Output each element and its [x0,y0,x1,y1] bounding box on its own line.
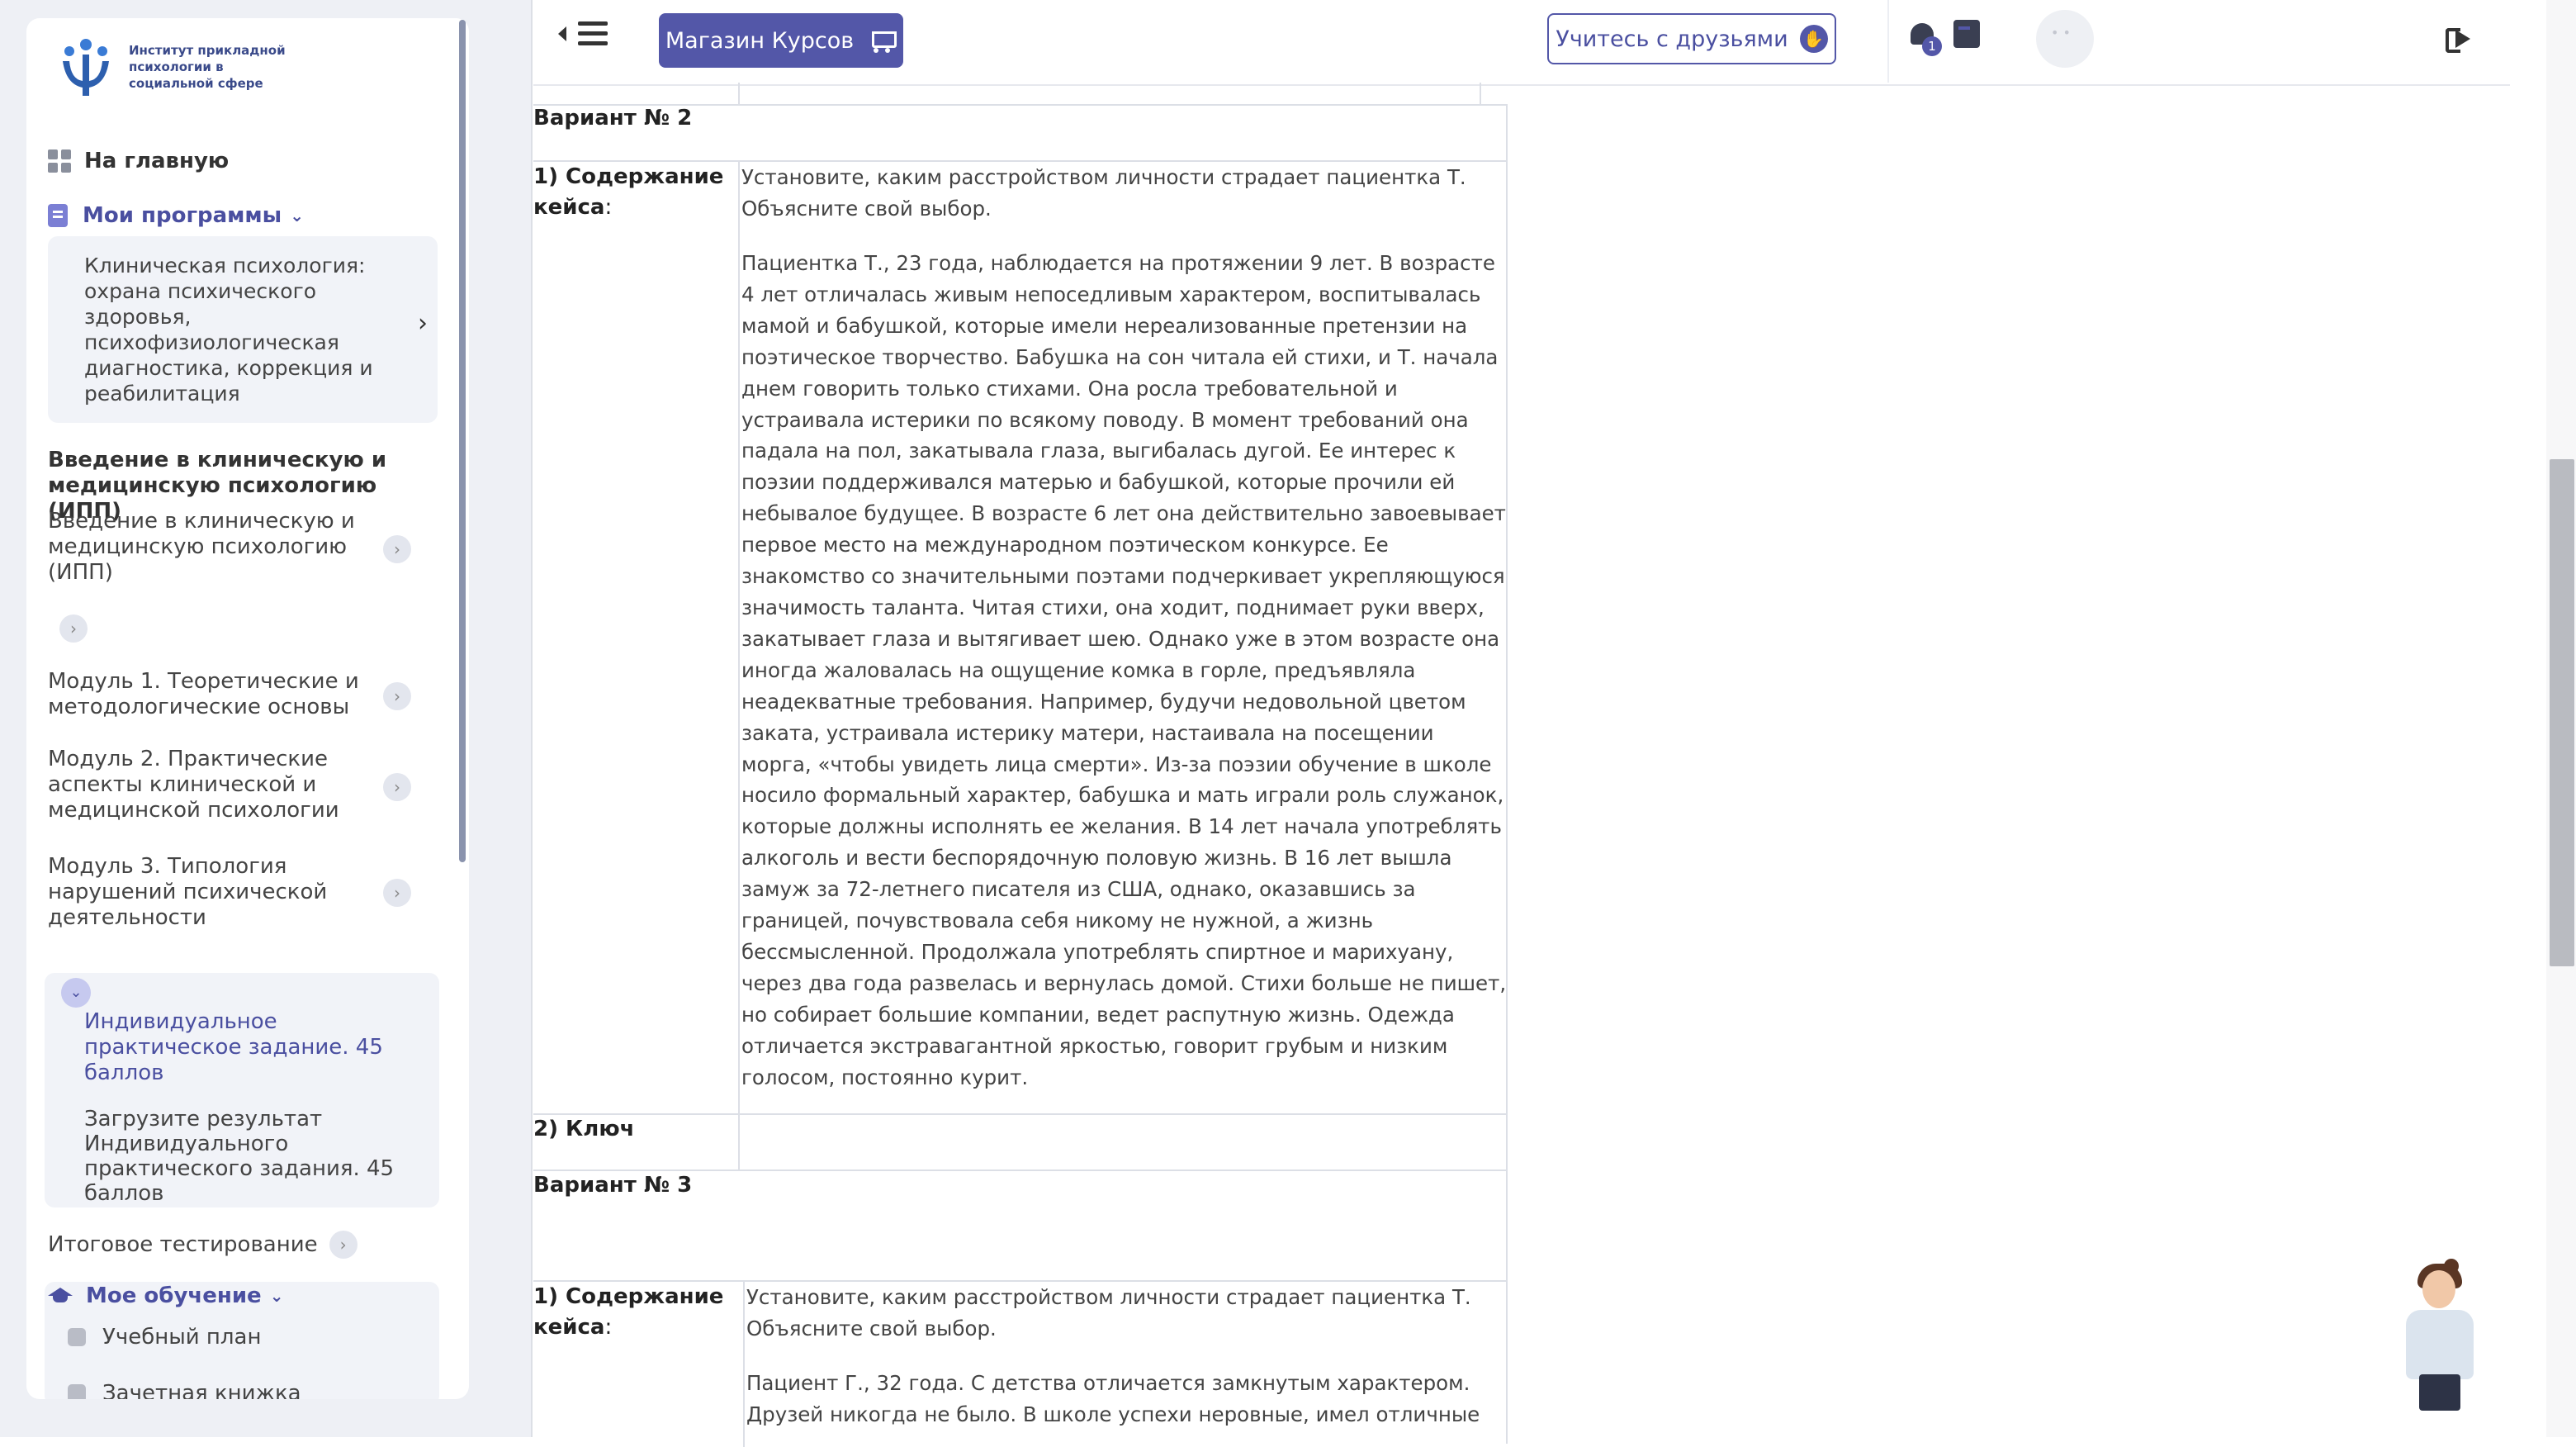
nav-home-label: На главную [84,149,230,173]
sidebar-scrollbar[interactable] [459,20,466,862]
nav-study-plan[interactable]: Учебный план [68,1325,261,1350]
table-divider [533,1169,1508,1171]
notifications-button[interactable]: 1 [1907,20,1942,56]
gradebook-icon [68,1384,86,1399]
nav-my-learning[interactable]: Мое обучение ⌄ [48,1283,283,1308]
chevron-down-icon: ⌄ [290,206,304,225]
case-content-label: 1) Содержание кейса: [533,1282,732,1343]
active-module-link[interactable]: Индивидуальное практическое задание. 45 … [84,1009,398,1086]
table-divider [743,1282,745,1447]
case-content-label-text: 1) Содержание кейса [533,1284,724,1340]
table-divider [1480,83,1481,106]
nav-my-programs[interactable]: Мои программы ⌄ [48,203,304,228]
collapse-left-icon [558,26,566,41]
sidebar-toggle[interactable] [558,21,608,46]
expand-arrow-icon[interactable]: › [383,682,411,710]
case-content-label: 1) Содержание кейса: [533,162,732,223]
nav-my-learning-label: Мое обучение [86,1283,262,1308]
variant-3-task: Установите, каким расстройством личности… [746,1285,1471,1340]
sidebar-panel: Институт прикладной психологии в социаль… [26,18,469,1399]
nav-gradebook[interactable]: Зачетная книжка [68,1381,301,1399]
gradebook-label: Зачетная книжка [102,1381,301,1399]
book-icon [68,1328,86,1346]
sidebar-item-module-3[interactable]: Модуль 3. Типология нарушений психическо… [48,854,378,931]
key-label: 2) Ключ [533,1117,635,1141]
divider [531,0,533,1437]
expand-arrow-icon[interactable]: › [59,614,88,643]
page-scrollbar-thumb[interactable] [2550,459,2574,966]
expand-arrow-icon[interactable]: › [329,1231,358,1259]
course-shop-button[interactable]: Магазин Курсов [659,13,903,68]
top-header: Магазин Курсов Учитесь с друзьями ✋ 1 [533,0,2510,86]
study-plan-label: Учебный план [102,1325,262,1350]
active-module-box: ⌄ Индивидуальное практическое задание. 4… [45,973,439,1207]
nav-my-programs-label: Мои программы [83,203,282,228]
course-shop-label: Магазин Курсов [665,27,855,54]
collapse-arrow-icon[interactable]: ⌄ [61,978,91,1008]
variant-3-case-text: Пациент Г., 32 года. С детства отличаетс… [746,1371,1480,1426]
learn-with-friends-button[interactable]: Учитесь с друзьями ✋ [1547,13,1836,64]
program-card[interactable]: Клиническая психология: охрана психическ… [48,236,438,423]
case-content-label-colon: : [604,195,613,220]
expand-arrow-icon[interactable]: › [383,773,411,801]
sidebar-item-module-1[interactable]: Модуль 1. Теоретические и методологическ… [48,669,378,720]
chat-icon[interactable] [1953,20,1980,48]
sidebar-item-module-2[interactable]: Модуль 2. Практические аспекты клиническ… [48,747,378,823]
program-name: Клиническая психология: охрана психическ… [84,254,373,406]
handshake-icon: ✋ [1799,25,1828,53]
table-divider [1506,1171,1508,1444]
assistant-avatar-icon[interactable] [2394,1259,2485,1411]
sidebar-item-intro[interactable]: Введение в клиническую и медицинскую пси… [48,509,378,586]
notification-badge: 1 [1922,36,1942,56]
chevron-right-icon: › [418,309,428,338]
graduation-cap-icon [48,1288,73,1304]
chevron-down-icon: ⌄ [269,1286,284,1306]
sidebar: Институт прикладной психологии в социаль… [0,0,532,1437]
final-test-label: Итоговое тестирование [48,1232,318,1257]
logo-text: Институт прикладной психологии в социаль… [129,43,286,91]
learn-with-friends-label: Учитесь с друзьями [1556,26,1788,52]
logo[interactable]: Институт прикладной психологии в социаль… [54,36,310,97]
variant-2-case-text: Пациентка Т., 23 года, наблюдается на пр… [741,251,1507,1089]
institute-logo-icon [63,39,109,96]
table-divider [738,83,740,106]
upload-task-link[interactable]: Загрузите результат Индивидуального прак… [84,1107,398,1206]
header-divider [1887,0,1889,83]
logout-icon[interactable] [2446,26,2472,53]
avatar[interactable] [2036,10,2094,68]
dashboard-icon [48,149,71,173]
cart-icon [869,28,897,53]
table-divider [738,162,740,1171]
case-content-label-text: 1) Содержание кейса [533,164,724,220]
menu-icon [578,21,608,46]
programs-icon [48,204,68,227]
sidebar-item-final-test[interactable]: Итоговое тестирование › [48,1231,358,1259]
variant-2-title: Вариант № 2 [533,106,693,130]
table-divider [533,1113,1508,1115]
variant-3-title: Вариант № 3 [533,1173,693,1198]
expand-arrow-icon[interactable]: › [383,879,411,907]
variant-2-task: Установите, каким расстройством личности… [741,165,1466,221]
case-content-label-colon: : [604,1315,613,1340]
expand-arrow-icon[interactable]: › [383,535,411,563]
nav-home[interactable]: На главную [48,149,229,173]
